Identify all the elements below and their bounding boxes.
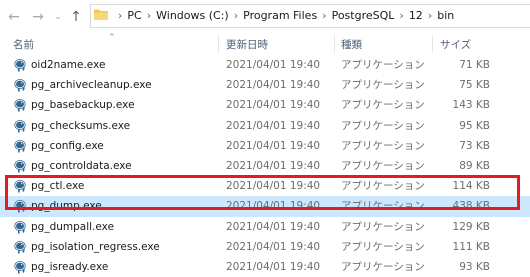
file-size: 95 KB [459, 119, 490, 132]
file-row[interactable]: pg_config.exe 2021/04/01 19:40 アプリケーション 73 … [0, 136, 530, 156]
file-type: アプリケーション [341, 240, 425, 253]
breadcrumb-item[interactable]: bin [437, 8, 454, 24]
file-size: 111 KB [452, 240, 490, 253]
breadcrumb-separator-icon[interactable]: › [118, 8, 122, 24]
file-name: pg_archivecleanup.exe [31, 79, 152, 92]
file-row[interactable]: pg_controldata.exe 2021/04/01 19:40 アプリケーシ… [0, 156, 530, 176]
column-divider[interactable] [432, 35, 433, 53]
file-row[interactable]: pg_dumpall.exe 2021/04/01 19:40 アプリケーション 12… [0, 217, 530, 237]
postgresql-elephant-icon [13, 139, 27, 153]
folder-icon [94, 9, 108, 20]
file-list: oid2name.exe 2021/04/01 19:40 アプリケーション 71 K… [0, 55, 530, 277]
file-name: oid2name.exe [31, 59, 106, 71]
breadcrumb-separator-icon[interactable]: › [399, 8, 403, 24]
file-date: 2021/04/01 19:40 [226, 79, 321, 92]
breadcrumb-separator-icon[interactable]: › [322, 8, 326, 24]
address-bar: ← → ⌄ ↑ › PC › Windows (C:) › Program Files › P… [0, 0, 530, 33]
file-row[interactable]: pg_basebackup.exe 2021/04/01 19:40 アプリケーショ… [0, 95, 530, 115]
file-name: pg_isolation_regress.exe [31, 240, 160, 253]
file-type: アプリケーション [341, 99, 425, 112]
column-divider[interactable] [334, 35, 335, 53]
column-header-date[interactable]: 更新日時 [226, 38, 268, 52]
file-size: 143 KB [452, 99, 490, 112]
postgresql-elephant-icon [13, 260, 27, 274]
breadcrumb-item[interactable]: Windows (C:) [156, 8, 229, 24]
file-size: 73 KB [459, 139, 490, 152]
postgresql-elephant-icon [13, 220, 27, 234]
breadcrumb-separator-icon[interactable]: › [234, 8, 238, 24]
postgresql-elephant-icon [13, 98, 27, 112]
file-type: アプリケーション [341, 139, 425, 152]
file-type: アプリケーション [341, 220, 425, 233]
file-name: pg_dumpall.exe [31, 220, 115, 233]
arrow-left-icon[interactable]: ← [6, 8, 22, 26]
file-size: 89 KB [459, 159, 490, 172]
highlight-box [5, 175, 520, 210]
breadcrumb: › PC › Windows (C:) › Program Files › PostgreSQ… [113, 8, 454, 24]
file-row[interactable]: pg_isready.exe 2021/04/01 19:40 アプリケーション 93… [0, 257, 530, 277]
column-header-name[interactable]: 名前 [13, 38, 34, 52]
file-date: 2021/04/01 19:40 [226, 99, 321, 112]
postgresql-elephant-icon [13, 240, 27, 254]
file-size: 93 KB [459, 260, 490, 273]
breadcrumb-separator-icon[interactable]: › [428, 8, 432, 24]
file-date: 2021/04/01 19:40 [226, 159, 321, 172]
breadcrumb-item[interactable]: PostgreSQL [332, 8, 395, 24]
file-name: pg_basebackup.exe [31, 99, 135, 112]
file-row[interactable]: pg_archivecleanup.exe 2021/04/01 19:40 アプリ… [0, 75, 530, 95]
file-type: アプリケーション [341, 260, 425, 273]
breadcrumb-separator-icon[interactable]: › [147, 8, 151, 24]
column-divider[interactable] [218, 35, 219, 53]
file-date: 2021/04/01 19:40 [226, 240, 321, 253]
file-type: アプリケーション [341, 159, 425, 172]
postgresql-elephant-icon [13, 119, 27, 133]
file-date: 2021/04/01 19:40 [226, 139, 321, 152]
file-type: アプリケーション [341, 119, 425, 132]
postgresql-elephant-icon [13, 159, 27, 173]
sort-ascending-icon: ⌃ [108, 33, 116, 43]
file-name: pg_isready.exe [31, 260, 109, 273]
file-name: pg_checksums.exe [31, 119, 131, 132]
breadcrumb-item[interactable]: PC [127, 8, 141, 24]
file-row[interactable]: pg_isolation_regress.exe 2021/04/01 19:40… [0, 237, 530, 257]
arrow-right-icon[interactable]: → [30, 8, 46, 26]
file-size: 71 KB [459, 59, 490, 71]
arrow-up-icon[interactable]: ↑ [68, 8, 84, 26]
breadcrumb-item[interactable]: Program Files [243, 8, 317, 24]
breadcrumb-item[interactable]: 12 [409, 8, 423, 24]
file-name: pg_controldata.exe [31, 159, 132, 172]
file-date: 2021/04/01 19:40 [226, 59, 321, 71]
file-size: 129 KB [452, 220, 490, 233]
postgresql-elephant-icon [13, 58, 27, 72]
file-type: アプリケーション [341, 59, 425, 71]
file-date: 2021/04/01 19:40 [226, 119, 321, 132]
file-type: アプリケーション [341, 79, 425, 92]
postgresql-elephant-icon [13, 78, 27, 92]
file-name: pg_config.exe [31, 139, 104, 152]
chevron-down-icon[interactable]: ⌄ [52, 8, 64, 26]
column-header-size[interactable]: サイズ [440, 38, 471, 52]
file-size: 75 KB [459, 79, 490, 92]
column-header-type[interactable]: 種類 [341, 38, 362, 52]
file-date: 2021/04/01 19:40 [226, 260, 321, 273]
file-date: 2021/04/01 19:40 [226, 220, 321, 233]
file-row[interactable]: oid2name.exe 2021/04/01 19:40 アプリケーション 71 K… [0, 55, 530, 75]
column-header-row: ⌃ 名前 更新日時 種類 サイズ [0, 33, 530, 55]
file-row[interactable]: pg_checksums.exe 2021/04/01 19:40 アプリケーション… [0, 116, 530, 136]
